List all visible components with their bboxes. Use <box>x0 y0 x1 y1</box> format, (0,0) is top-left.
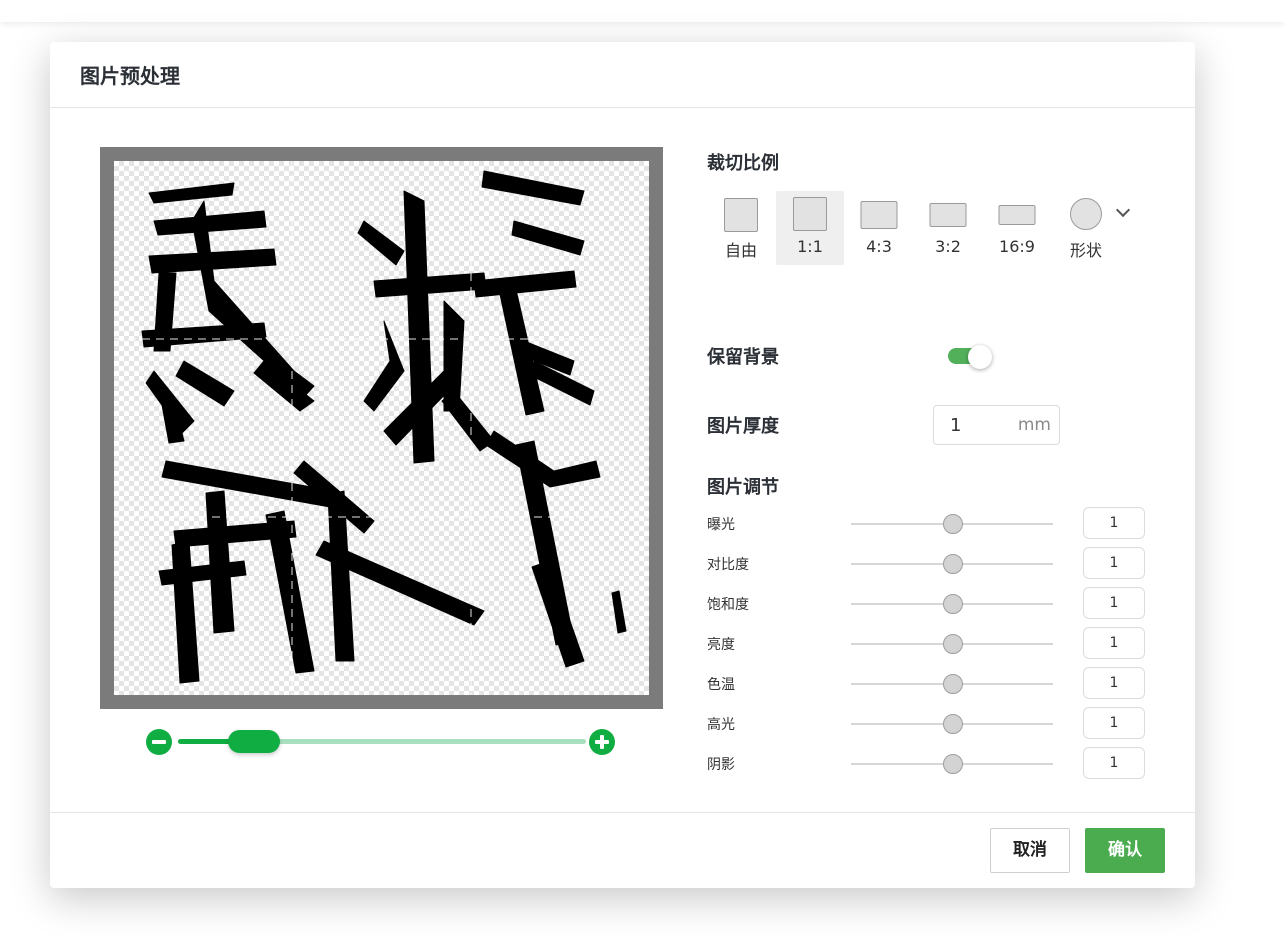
image-preprocess-dialog: 图片预处理 裁切比例 自由 1:1 4:3 3:2 16:9 形状 保留背景 图… <box>50 42 1195 888</box>
adjust-value-input[interactable]: 1 <box>1083 747 1145 779</box>
toggle-knob <box>968 345 992 369</box>
ratio-16-9-icon <box>998 205 1036 225</box>
crop-option-4-3[interactable]: 4:3 <box>845 191 913 265</box>
adjust-slider-thumb[interactable] <box>943 554 963 574</box>
keep-background-toggle[interactable] <box>948 345 992 369</box>
adjust-value-input[interactable]: 1 <box>1083 587 1145 619</box>
zoom-slider[interactable] <box>146 728 616 756</box>
crop-option-16-9[interactable]: 16:9 <box>983 191 1051 265</box>
thickness-label: 图片厚度 <box>707 416 779 437</box>
crop-option-free[interactable]: 自由 <box>707 191 775 265</box>
crop-option-label: 自由 <box>724 241 757 260</box>
confirm-button[interactable]: 确认 <box>1085 828 1165 873</box>
crop-option-label: 16:9 <box>999 237 1035 256</box>
ratio-3-2-icon <box>929 203 967 227</box>
chevron-down-icon[interactable] <box>1115 202 1131 218</box>
adjust-row: 高光 1 <box>707 707 1147 741</box>
image-preview[interactable] <box>100 147 663 709</box>
crop-option-label: 4:3 <box>866 237 892 256</box>
crop-ratio-options: 自由 1:1 4:3 3:2 16:9 形状 <box>707 191 1147 267</box>
adjust-slider-thumb[interactable] <box>943 714 963 734</box>
adjust-row: 对比度 1 <box>707 547 1147 581</box>
adjust-value-input[interactable]: 1 <box>1083 707 1145 739</box>
adjust-label: 高光 <box>707 717 735 733</box>
thickness-field[interactable]: mm <box>933 405 1060 445</box>
adjust-label: 阴影 <box>707 757 735 773</box>
zoom-in-icon[interactable] <box>589 729 615 755</box>
adjust-title: 图片调节 <box>707 477 779 498</box>
adjust-slider-thumb[interactable] <box>943 594 963 614</box>
crop-area[interactable] <box>114 161 649 695</box>
adjust-label: 对比度 <box>707 557 749 573</box>
adjust-row: 亮度 1 <box>707 627 1147 661</box>
crop-option-3-2[interactable]: 3:2 <box>914 191 982 265</box>
adjust-row: 饱和度 1 <box>707 587 1147 621</box>
crop-option-label: 形状 <box>1069 241 1102 260</box>
adjust-value-input[interactable]: 1 <box>1083 667 1145 699</box>
adjust-label: 曝光 <box>707 517 735 533</box>
crop-option-shape[interactable]: 形状 <box>1052 191 1142 265</box>
adjust-row: 阴影 1 <box>707 747 1147 781</box>
thickness-input[interactable] <box>950 414 1010 436</box>
square-ratio-icon <box>793 197 827 231</box>
crop-ratio-title: 裁切比例 <box>707 153 779 174</box>
crop-option-label: 3:2 <box>935 237 961 256</box>
calligraphy-image <box>114 161 649 695</box>
zoom-out-icon[interactable] <box>146 729 172 755</box>
adjust-value-input[interactable]: 1 <box>1083 547 1145 579</box>
zoom-thumb[interactable] <box>228 730 280 753</box>
adjust-slider-thumb[interactable] <box>943 674 963 694</box>
dialog-footer: 取消 确认 <box>50 812 1195 888</box>
cancel-button[interactable]: 取消 <box>990 828 1070 873</box>
free-ratio-icon <box>724 198 758 232</box>
ratio-4-3-icon <box>860 201 898 229</box>
adjust-row: 曝光 1 <box>707 507 1147 541</box>
adjust-row: 色温 1 <box>707 667 1147 701</box>
adjust-label: 亮度 <box>707 637 735 653</box>
keep-background-label: 保留背景 <box>707 347 779 368</box>
thickness-unit: mm <box>1017 415 1051 435</box>
adjust-slider-thumb[interactable] <box>943 514 963 534</box>
crop-option-1-1[interactable]: 1:1 <box>776 191 844 265</box>
zoom-track[interactable] <box>178 730 586 753</box>
adjust-value-input[interactable]: 1 <box>1083 507 1145 539</box>
adjust-label: 色温 <box>707 677 735 693</box>
dialog-title: 图片预处理 <box>80 64 180 88</box>
adjust-slider-thumb[interactable] <box>943 754 963 774</box>
adjust-label: 饱和度 <box>707 597 749 613</box>
crop-option-label: 1:1 <box>797 237 823 256</box>
adjust-value-input[interactable]: 1 <box>1083 627 1145 659</box>
top-bar <box>0 0 1285 22</box>
circle-shape-icon <box>1070 198 1102 230</box>
adjust-slider-thumb[interactable] <box>943 634 963 654</box>
dialog-header: 图片预处理 <box>50 42 1195 108</box>
